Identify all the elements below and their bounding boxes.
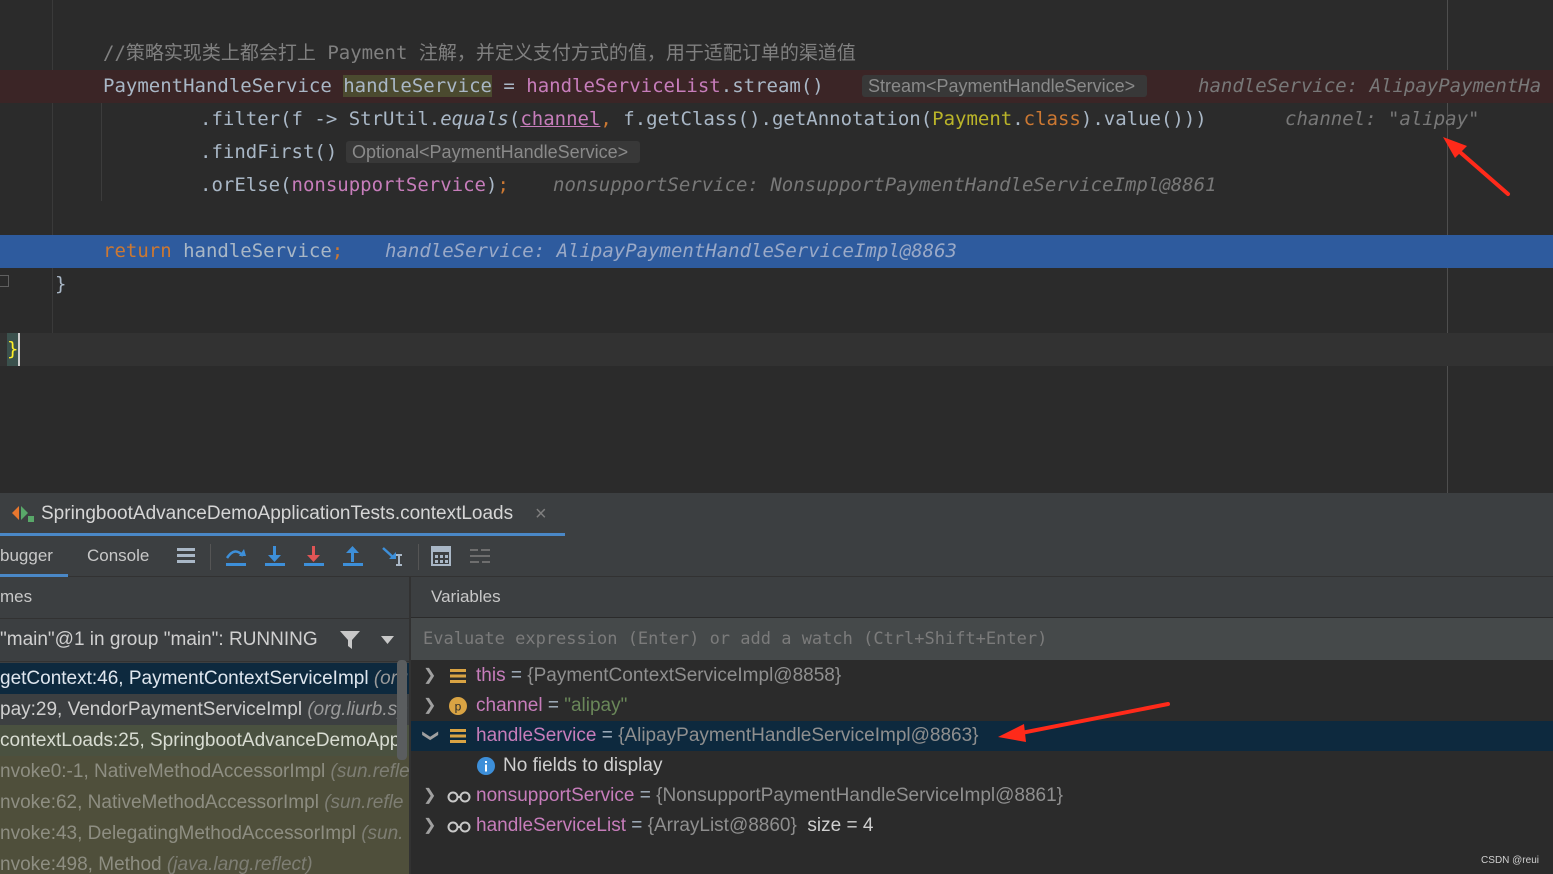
parameter-icon: p	[449, 697, 467, 715]
variable-row[interactable]: ❯ this = {PaymentContextServiceImpl@8858…	[411, 661, 1553, 691]
collection-size: size = 4	[807, 815, 874, 836]
debug-session-tab[interactable]: SpringbootAdvanceDemoApplicationTests.co…	[0, 493, 565, 536]
code-line-comment[interactable]: //策略实现类上都会打上 Payment 注解，并定义支付方式的值，用于适配订单…	[0, 37, 1553, 70]
junit-test-icon	[12, 506, 34, 522]
tab-debugger[interactable]: bugger	[0, 536, 68, 577]
frames-header: mes	[0, 587, 33, 606]
step-over-icon[interactable]	[223, 544, 249, 568]
code-comment: //策略实现类上都会打上 Payment 注解，并定义支付方式的值，用于适配订单…	[103, 42, 856, 64]
code-line-orelse[interactable]: .orElse(nonsupportService); nonsupportSe…	[0, 169, 1553, 202]
chevron-down-icon[interactable]	[381, 636, 394, 644]
field-reference[interactable]: handleServiceList	[526, 75, 720, 97]
thread-selector[interactable]: "main"@1 in group "main": RUNNING	[0, 618, 409, 662]
type-hint: Stream<PaymentHandleService>	[862, 75, 1148, 97]
run-to-cursor-icon[interactable]	[380, 544, 406, 568]
info-icon	[477, 757, 495, 775]
code-line-filter[interactable]: .filter(f -> StrUtil.equals(channel, f.g…	[0, 103, 1553, 136]
svg-text:p: p	[455, 700, 462, 714]
step-into-icon[interactable]	[262, 544, 288, 568]
variable-row[interactable]: ❯ nonsupportService = {NonsupportPayment…	[411, 781, 1553, 811]
watermark: CSDN @reui	[1481, 855, 1539, 866]
force-step-into-icon[interactable]	[301, 544, 327, 568]
inline-debug-value: handleService: AlipayPaymentHa	[1198, 75, 1542, 97]
evaluate-expression-input[interactable]	[411, 618, 1553, 660]
code-editor[interactable]: //策略实现类上都会打上 Payment 注解，并定义支付方式的值，用于适配订单…	[0, 0, 1553, 493]
filter-icon[interactable]	[340, 631, 360, 649]
debug-session-title: SpringbootAdvanceDemoApplicationTests.co…	[41, 503, 514, 524]
close-tab-icon[interactable]: ×	[535, 493, 547, 535]
frames-pane[interactable]: mes "main"@1 in group "main": RUNNING ge…	[0, 577, 411, 874]
stack-frame[interactable]: contextLoads:25, SpringbootAdvanceDemoAp…	[0, 725, 409, 756]
toolbar-separator	[210, 544, 211, 570]
field-list-icon	[450, 729, 466, 743]
chevron-right-icon[interactable]: ❯	[423, 691, 437, 721]
method-call-equals: equals	[440, 108, 509, 130]
field-reference[interactable]: nonsupportService	[292, 174, 486, 196]
code-line-brace[interactable]: }	[0, 268, 1553, 301]
stack-frame[interactable]: nvoke0:-1, NativeMethodAccessorImpl (sun…	[0, 756, 409, 787]
annotation-class: Payment	[932, 108, 1013, 130]
toolbar-separator	[418, 544, 419, 570]
variables-pane[interactable]: Variables ❯ this = {PaymentContextServic…	[411, 577, 1553, 874]
type-name: PaymentHandleService	[103, 75, 332, 97]
variable-row[interactable]: ❯ handleServiceList = {ArrayList@8860} s…	[411, 811, 1553, 841]
stack-frame[interactable]: getContext:46, PaymentContextServiceImpl…	[0, 663, 409, 694]
type-hint: Optional<PaymentHandleService>	[346, 141, 641, 163]
stack-frame[interactable]: pay:29, VendorPaymentServiceImpl (org.li…	[0, 694, 409, 725]
chevron-right-icon[interactable]: ❯	[423, 811, 437, 841]
chevron-down-icon[interactable]: ❯	[415, 729, 445, 743]
watch-glasses-icon	[447, 821, 471, 833]
stack-frame[interactable]: nvoke:62, NativeMethodAccessorImpl (sun.…	[0, 787, 409, 818]
stack-frame[interactable]: nvoke:43, DelegatingMethodAccessorImpl (…	[0, 818, 409, 849]
show-execution-point-icon[interactable]	[174, 544, 200, 568]
variable-row[interactable]: ❯ p channel = "alipay"	[411, 691, 1553, 721]
variables-header: Variables	[411, 577, 1553, 617]
step-out-icon[interactable]	[340, 544, 366, 568]
tab-console[interactable]: Console	[87, 536, 149, 574]
code-line-findfirst[interactable]: .findFirst() Optional<PaymentHandleServi…	[0, 136, 1553, 169]
variable-row-selected[interactable]: ❯ handleService = {AlipayPaymentHandleSe…	[411, 721, 1553, 751]
code-line-caret[interactable]: }	[0, 333, 1553, 366]
return-keyword: return	[103, 240, 172, 262]
code-line-breakpoint[interactable]: PaymentHandleService handleService = han…	[0, 70, 1553, 103]
execution-point-line[interactable]: return handleService; handleService: Ali…	[0, 235, 1553, 268]
thread-label: "main"@1 in group "main": RUNNING	[0, 629, 318, 650]
debug-tool-window[interactable]: SpringbootAdvanceDemoApplicationTests.co…	[0, 493, 1553, 874]
variable-info-row: No fields to display	[411, 751, 1553, 781]
text-caret: }	[7, 333, 21, 366]
trace-current-stream-icon[interactable]	[467, 544, 493, 568]
inline-debug-value: handleService: AlipayPaymentHandleServic…	[385, 240, 957, 262]
debugger-toolbar: bugger Console	[0, 536, 1553, 577]
inline-debug-value: nonsupportService: NonsupportPaymentHand…	[553, 174, 1217, 196]
field-list-icon	[450, 669, 466, 683]
stack-frame[interactable]: nvoke:498, Method (java.lang.reflect)	[0, 849, 409, 874]
local-variable-highlight[interactable]: handleService	[343, 75, 492, 97]
chevron-right-icon[interactable]: ❯	[423, 781, 437, 811]
chevron-right-icon[interactable]: ❯	[423, 661, 437, 691]
inline-debug-value: channel: "alipay"	[1285, 108, 1480, 130]
field-channel[interactable]: channel	[520, 108, 600, 130]
evaluate-expression-icon[interactable]	[428, 544, 454, 568]
frames-scrollbar[interactable]	[397, 660, 407, 760]
evaluate-expression-bar	[411, 618, 1553, 661]
watch-glasses-icon	[447, 791, 471, 803]
